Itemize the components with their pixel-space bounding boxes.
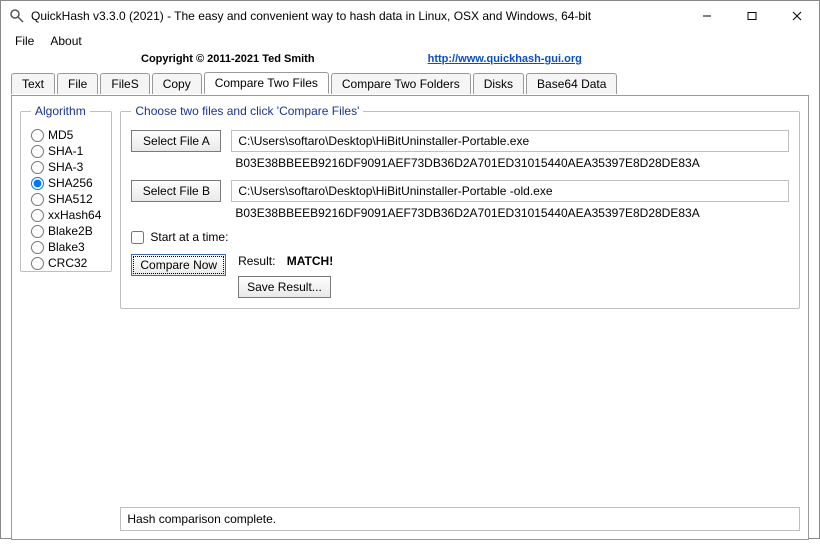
- algo-radio-sha-1[interactable]: SHA-1: [31, 144, 101, 158]
- file-b-hash: B03E38BBEEB9216DF9091AEF73DB36D2A701ED31…: [131, 206, 789, 220]
- algo-radio-sha512[interactable]: SHA512: [31, 192, 101, 206]
- algorithm-group: Algorithm MD5 SHA-1 SHA-3 SHA256 SHA512 xxHas…: [20, 104, 112, 272]
- header-row: Copyright © 2011-2021 Ted Smith http://w…: [11, 53, 809, 71]
- tab-files[interactable]: FileS: [100, 73, 149, 94]
- tab-base64[interactable]: Base64 Data: [526, 73, 617, 94]
- algo-label: Blake3: [48, 240, 85, 254]
- tab-disks[interactable]: Disks: [473, 73, 524, 94]
- result-label: Result:: [238, 254, 275, 268]
- result-value: MATCH!: [287, 254, 333, 268]
- algo-radio-sha256[interactable]: SHA256: [31, 176, 101, 190]
- menu-about[interactable]: About: [42, 32, 89, 50]
- select-file-a-button[interactable]: Select File A: [131, 130, 221, 152]
- content-area: Copyright © 2011-2021 Ted Smith http://w…: [1, 51, 819, 550]
- choose-files-legend: Choose two files and click 'Compare File…: [131, 104, 363, 118]
- copyright-text: Copyright © 2011-2021 Ted Smith: [141, 53, 315, 65]
- algo-radio-md5[interactable]: MD5: [31, 128, 101, 142]
- algo-radio-input-blake2b[interactable]: [31, 225, 44, 238]
- algo-label: SHA512: [48, 192, 93, 206]
- tab-text[interactable]: Text: [11, 73, 55, 94]
- compare-main: Choose two files and click 'Compare File…: [120, 104, 800, 531]
- menu-file[interactable]: File: [7, 32, 42, 50]
- maximize-button[interactable]: [729, 1, 774, 31]
- tab-compare-two-files[interactable]: Compare Two Files: [204, 72, 329, 94]
- save-result-button[interactable]: Save Result...: [238, 276, 331, 298]
- algo-label: CRC32: [48, 256, 87, 270]
- tab-file[interactable]: File: [57, 73, 98, 94]
- status-bar: Hash comparison complete.: [120, 507, 800, 531]
- algo-label: SHA-3: [48, 160, 83, 174]
- tab-copy[interactable]: Copy: [152, 73, 202, 94]
- start-at-time-label: Start at a time:: [150, 230, 228, 244]
- compare-now-button[interactable]: Compare Now: [131, 254, 226, 276]
- algo-label: SHA256: [48, 176, 93, 190]
- minimize-button[interactable]: [684, 1, 729, 31]
- close-button[interactable]: [774, 1, 819, 31]
- algo-label: MD5: [48, 128, 73, 142]
- algo-radio-blake3[interactable]: Blake3: [31, 240, 101, 254]
- window-buttons: [684, 1, 819, 31]
- algo-radio-input-blake3[interactable]: [31, 241, 44, 254]
- algo-radio-input-md5[interactable]: [31, 129, 44, 142]
- start-at-time-checkbox[interactable]: [131, 231, 144, 244]
- algo-radio-blake2b[interactable]: Blake2B: [31, 224, 101, 238]
- file-a-hash: B03E38BBEEB9216DF9091AEF73DB36D2A701ED31…: [131, 156, 789, 170]
- algo-radio-input-sha512[interactable]: [31, 193, 44, 206]
- algo-radio-input-sha-1[interactable]: [31, 145, 44, 158]
- algo-radio-input-xxhash64[interactable]: [31, 209, 44, 222]
- tab-compare-two-folders[interactable]: Compare Two Folders: [331, 73, 471, 94]
- tab-page-compare: Algorithm MD5 SHA-1 SHA-3 SHA256 SHA512 xxHas…: [11, 95, 809, 540]
- algo-radio-input-sha256[interactable]: [31, 177, 44, 190]
- algo-radio-crc32[interactable]: CRC32: [31, 256, 101, 270]
- window-title: QuickHash v3.3.0 (2021) - The easy and c…: [31, 9, 684, 23]
- select-file-b-button[interactable]: Select File B: [131, 180, 221, 202]
- algo-label: SHA-1: [48, 144, 83, 158]
- tab-strip: Text File FileS Copy Compare Two Files C…: [11, 71, 809, 93]
- app-icon: [9, 8, 25, 24]
- menu-bar: File About: [1, 31, 819, 51]
- algo-radio-sha-3[interactable]: SHA-3: [31, 160, 101, 174]
- title-bar: QuickHash v3.3.0 (2021) - The easy and c…: [1, 1, 819, 31]
- algo-radio-xxhash64[interactable]: xxHash64: [31, 208, 101, 222]
- file-b-path[interactable]: C:\Users\softaro\Desktop\HiBitUninstalle…: [231, 180, 789, 202]
- algo-label: xxHash64: [48, 208, 101, 222]
- algorithm-legend: Algorithm: [31, 104, 90, 118]
- algo-radio-input-crc32[interactable]: [31, 257, 44, 270]
- file-a-path[interactable]: C:\Users\softaro\Desktop\HiBitUninstalle…: [231, 130, 789, 152]
- website-link[interactable]: http://www.quickhash-gui.org: [428, 53, 582, 65]
- algo-label: Blake2B: [48, 224, 93, 238]
- choose-files-group: Choose two files and click 'Compare File…: [120, 104, 800, 309]
- algo-radio-input-sha-3[interactable]: [31, 161, 44, 174]
